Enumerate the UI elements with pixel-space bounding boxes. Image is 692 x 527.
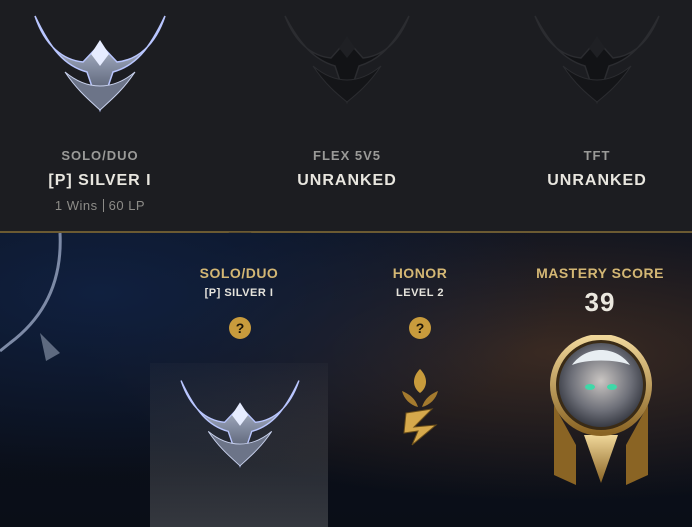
silver-crest-icon	[34, 15, 166, 113]
highlight-title: MASTERY SCORE	[536, 265, 664, 281]
queue-label: FLEX 5V5	[313, 148, 381, 163]
mastery-score: 39	[584, 287, 616, 317]
highlights-panel: SOLO/DUO [P] SILVER I ? HONOR LEVEL 2 ? …	[0, 233, 692, 527]
highlight-subtitle: [P] SILVER I	[204, 287, 274, 299]
rank-stats: 1 Wins 60 LP	[0, 198, 200, 213]
champion-portrait-icon[interactable]	[546, 335, 656, 485]
tier-label: UNRANKED	[297, 172, 397, 189]
ranked-summary-panel: SOLO/DUO [P] SILVER I 1 Wins 60 LP FLEX 5…	[0, 0, 692, 232]
lp-count: 60 LP	[108, 198, 146, 213]
queue-label: TFT	[583, 148, 611, 163]
tier-label: [P] SILVER I	[48, 172, 152, 189]
highlight-solo-duo[interactable]: SOLO/DUO [P] SILVER I	[150, 265, 328, 299]
unranked-crest-icon	[284, 15, 410, 105]
silver-crest-icon	[180, 380, 300, 468]
tier-label: UNRANKED	[547, 172, 647, 189]
highlight-subtitle: LEVEL 2	[396, 287, 444, 299]
honor-emblem-icon	[402, 369, 438, 446]
highlight-title: SOLO/DUO	[199, 265, 279, 281]
highlight-title: HONOR	[392, 265, 448, 281]
queue-label: SOLO/DUO	[61, 148, 139, 163]
banner-edge-icon	[0, 233, 62, 361]
unranked-crest-icon	[534, 15, 660, 105]
honor-help-icon[interactable]: ?	[409, 317, 431, 339]
wins-count: 1 Wins	[54, 198, 98, 213]
highlight-mastery[interactable]: MASTERY SCORE 39	[520, 265, 680, 318]
highlight-honor[interactable]: HONOR LEVEL 2	[355, 265, 485, 299]
solo-help-icon[interactable]: ?	[229, 317, 251, 339]
stats-divider	[102, 199, 104, 212]
